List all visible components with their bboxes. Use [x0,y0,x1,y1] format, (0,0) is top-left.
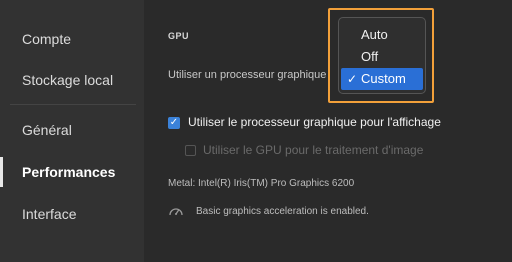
option-auto-label: Auto [361,27,388,42]
sidebar-item-interface[interactable]: Interface [0,196,144,232]
dropdown-option-auto[interactable]: Auto [339,24,425,46]
gpu-mode-dropdown[interactable]: Auto Off ✓ Custom [338,17,426,94]
display-gpu-label[interactable]: Utiliser le processeur graphique pour l'… [188,115,441,129]
sidebar-item-performances[interactable]: Performances [0,154,144,190]
sidebar-item-general[interactable]: Général [0,112,144,148]
status-text: Basic graphics acceleration is enabled. [196,206,369,217]
section-title: GPU [168,31,190,41]
sidebar: Compte Stockage local Général Performanc… [0,0,144,262]
image-gpu-label: Utiliser le GPU pour le traitement d'ima… [203,143,424,157]
checkmark-icon: ✓ [347,72,358,86]
gpu-row-label: Utiliser un processeur graphique [168,69,327,81]
option-custom-label: Custom [361,71,406,86]
gauge-icon [169,208,183,216]
sidebar-divider [10,104,136,105]
display-gpu-checkbox[interactable]: ✓ [168,117,180,129]
option-off-label: Off [361,49,379,64]
metal-info: Metal: Intel(R) Iris(TM) Pro Graphics 62… [168,178,355,189]
sidebar-item-compte[interactable]: Compte [0,21,144,57]
sidebar-item-stockage-local[interactable]: Stockage local [0,62,144,98]
image-gpu-checkbox[interactable] [185,145,196,156]
dropdown-option-custom[interactable]: ✓ Custom [341,68,423,90]
dropdown-option-off[interactable]: Off [339,46,425,68]
